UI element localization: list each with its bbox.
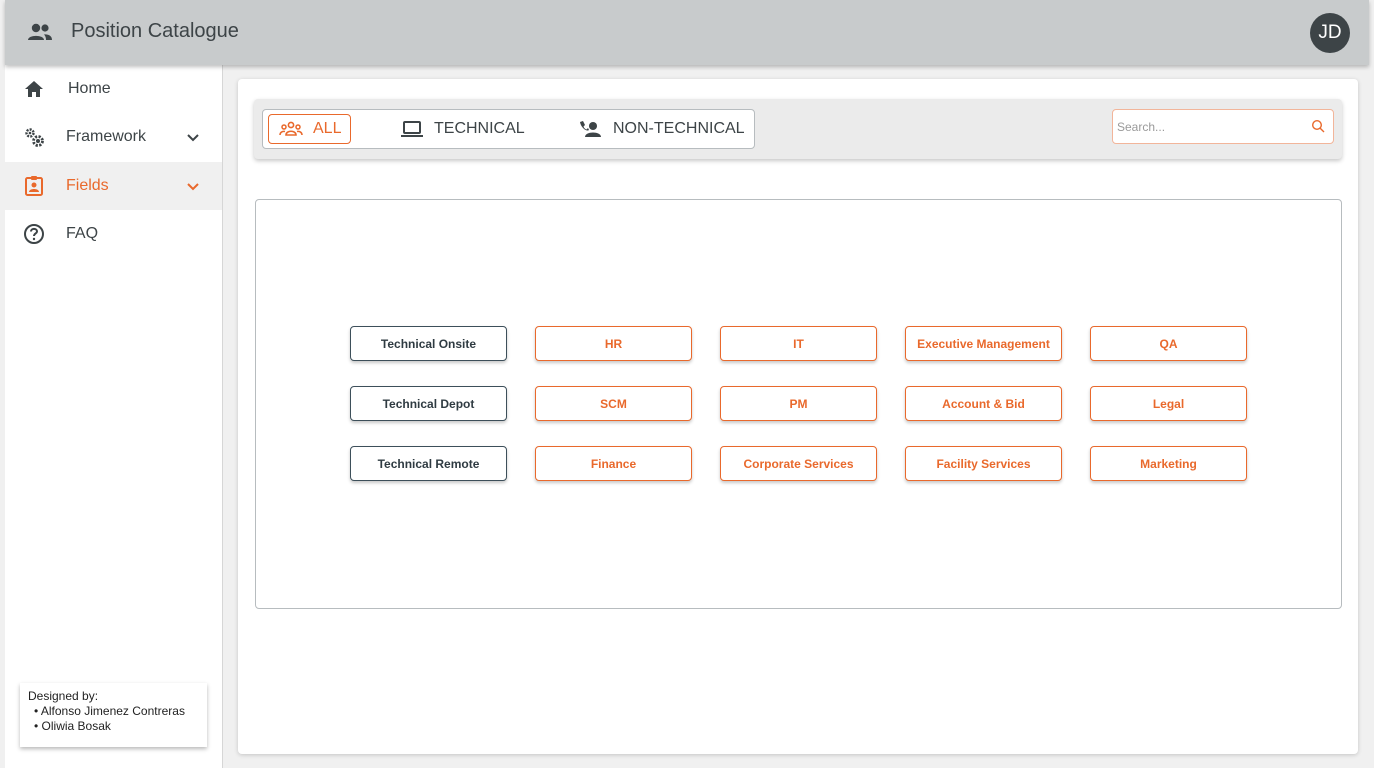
sidebar: Home Framework Fields FAQ Designed by: •… bbox=[5, 65, 223, 768]
field-button-facility-services[interactable]: Facility Services bbox=[905, 446, 1062, 481]
credits-heading: Designed by: bbox=[28, 689, 99, 703]
filter-technical-label: TECHNICAL bbox=[434, 120, 525, 137]
phone-person-icon bbox=[580, 121, 601, 137]
filter-technical-button[interactable]: TECHNICAL bbox=[400, 114, 540, 144]
search-input[interactable] bbox=[1117, 110, 1307, 143]
field-button-legal[interactable]: Legal bbox=[1090, 386, 1247, 421]
main-panel: ALL TECHNICAL NON-TECHNICAL Search... Te… bbox=[238, 79, 1358, 754]
field-button-finance[interactable]: Finance bbox=[535, 446, 692, 481]
credits-name: Oliwia Bosak bbox=[28, 719, 199, 734]
field-button-scm[interactable]: SCM bbox=[535, 386, 692, 421]
group-icon bbox=[279, 121, 303, 136]
gears-icon bbox=[23, 126, 45, 148]
field-button-technical-onsite[interactable]: Technical Onsite bbox=[350, 326, 507, 361]
help-circle-icon bbox=[23, 223, 45, 245]
field-button-account-bid[interactable]: Account & Bid bbox=[905, 386, 1062, 421]
chevron-down-icon[interactable] bbox=[185, 178, 201, 194]
badge-icon bbox=[23, 175, 45, 197]
people-icon bbox=[27, 22, 53, 42]
sidebar-item-framework[interactable]: Framework bbox=[5, 113, 222, 161]
credits-list: Alfonso Jimenez Contreras Oliwia Bosak bbox=[28, 704, 199, 734]
sidebar-item-fields[interactable]: Fields bbox=[5, 162, 222, 210]
field-button-qa[interactable]: QA bbox=[1090, 326, 1247, 361]
field-button-marketing[interactable]: Marketing bbox=[1090, 446, 1247, 481]
sidebar-item-faq[interactable]: FAQ bbox=[5, 210, 222, 258]
filter-non-technical-button[interactable]: NON-TECHNICAL bbox=[579, 114, 751, 144]
sidebar-item-label: Home bbox=[68, 80, 111, 97]
filter-button-group: ALL TECHNICAL NON-TECHNICAL bbox=[262, 109, 755, 149]
sidebar-item-label: Fields bbox=[66, 177, 109, 194]
filter-all-label: ALL bbox=[313, 120, 342, 137]
search-field[interactable] bbox=[1112, 109, 1334, 144]
fields-grid-panel: Technical Onsite Technical Depot Technic… bbox=[255, 199, 1342, 609]
sidebar-item-label: Framework bbox=[66, 128, 147, 145]
credits-card: Designed by: Alfonso Jimenez Contreras O… bbox=[20, 683, 207, 747]
search-icon[interactable] bbox=[1311, 119, 1325, 133]
filter-all-button[interactable]: ALL bbox=[268, 114, 351, 144]
home-icon bbox=[23, 78, 45, 100]
field-button-technical-remote[interactable]: Technical Remote bbox=[350, 446, 507, 481]
field-button-technical-depot[interactable]: Technical Depot bbox=[350, 386, 507, 421]
field-button-executive-management[interactable]: Executive Management bbox=[905, 326, 1062, 361]
laptop-icon bbox=[401, 121, 423, 137]
chevron-down-icon[interactable] bbox=[185, 129, 201, 145]
user-avatar[interactable]: JD bbox=[1310, 13, 1350, 53]
filter-non-technical-label: NON-TECHNICAL bbox=[613, 120, 745, 137]
app-header: Position Catalogue JD bbox=[5, 0, 1369, 65]
field-button-hr[interactable]: HR bbox=[535, 326, 692, 361]
field-button-pm[interactable]: PM bbox=[720, 386, 877, 421]
field-button-corporate-services[interactable]: Corporate Services bbox=[720, 446, 877, 481]
app-title: Position Catalogue bbox=[71, 20, 239, 42]
sidebar-item-home[interactable]: Home bbox=[5, 65, 222, 113]
credits-name: Alfonso Jimenez Contreras bbox=[28, 704, 199, 719]
sidebar-item-label: FAQ bbox=[66, 225, 99, 242]
field-button-it[interactable]: IT bbox=[720, 326, 877, 361]
filter-toolbar: ALL TECHNICAL NON-TECHNICAL bbox=[254, 99, 1342, 159]
